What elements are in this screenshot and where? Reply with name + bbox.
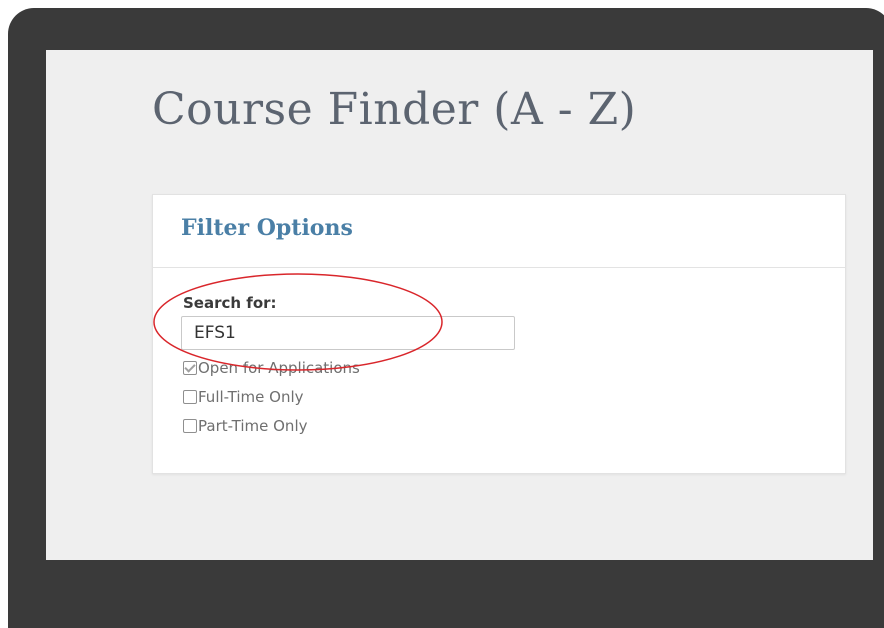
full-time-only-checkbox[interactable] [183,390,197,404]
open-for-applications-label: Open for Applications [198,359,360,377]
filter-panel-header: Filter Options [153,195,845,268]
filter-options-panel: Filter Options Search for: Open for Appl… [152,194,846,474]
search-for-label: Search for: [183,294,277,312]
search-input[interactable] [181,316,515,350]
part-time-only-checkbox[interactable] [183,419,197,433]
part-time-only-option[interactable]: Part-Time Only [183,415,307,437]
full-time-only-label: Full-Time Only [198,388,304,406]
page-title: Course Finder (A - Z) [152,84,637,135]
open-for-applications-checkbox[interactable] [183,361,197,375]
screen: Course Finder (A - Z) Filter Options Sea… [46,50,873,560]
part-time-only-label: Part-Time Only [198,417,308,435]
full-time-only-option[interactable]: Full-Time Only [183,386,304,408]
filter-options-title: Filter Options [181,215,353,241]
device-frame: Course Finder (A - Z) Filter Options Sea… [8,8,884,628]
open-for-applications-option[interactable]: Open for Applications [183,357,360,379]
